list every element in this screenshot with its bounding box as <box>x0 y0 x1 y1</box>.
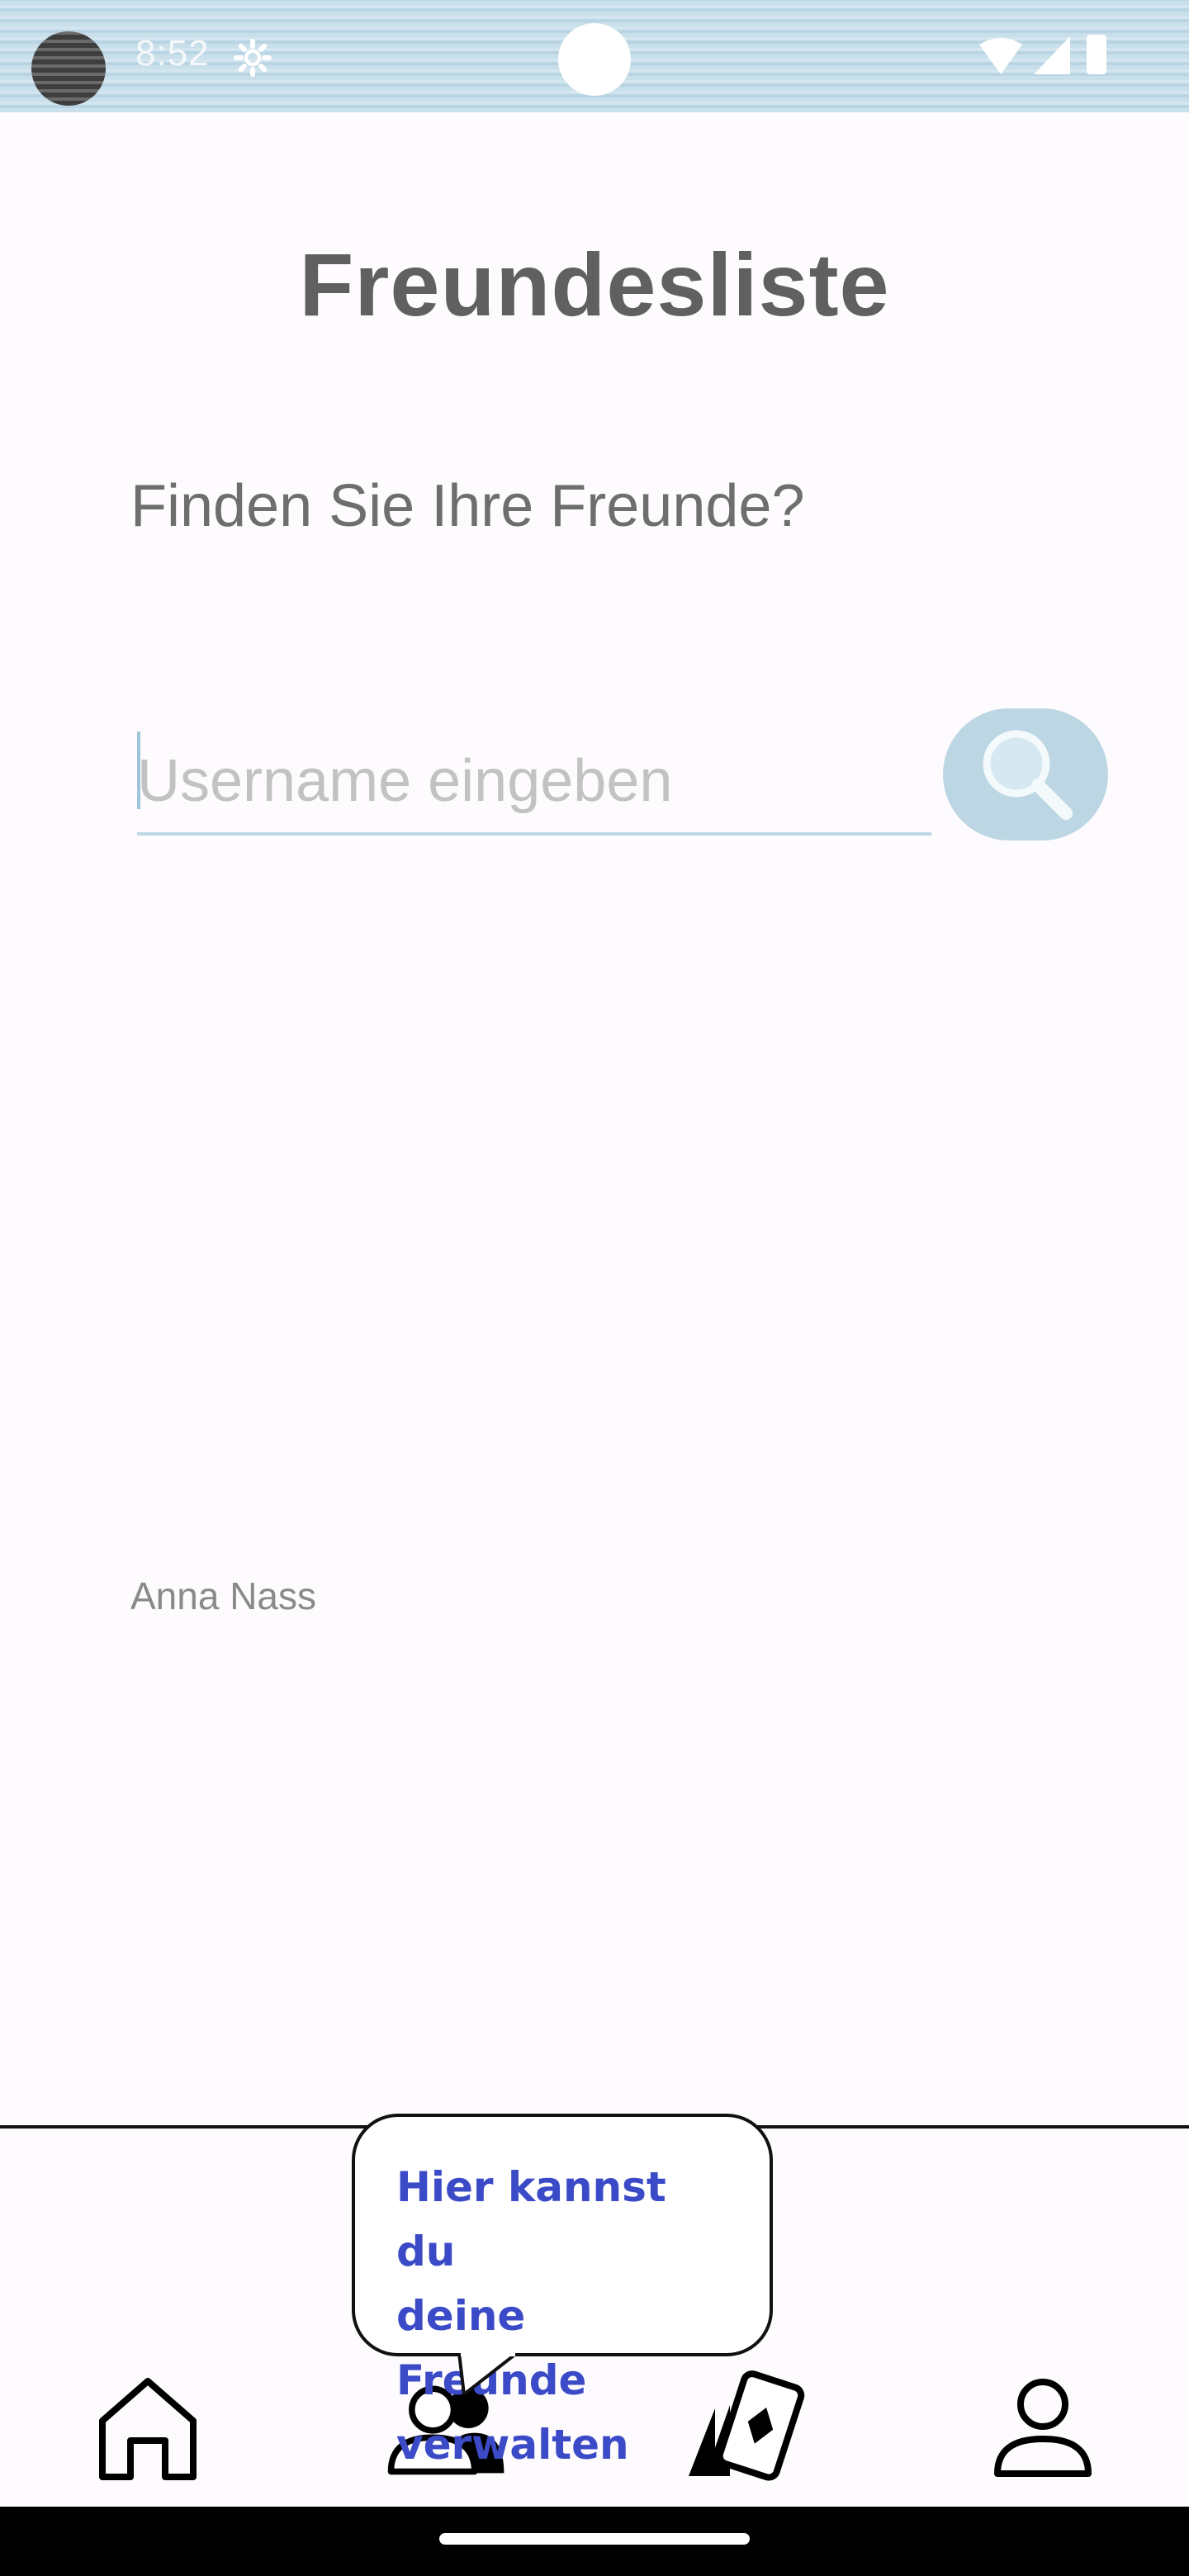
gear-icon <box>234 39 272 77</box>
profile-icon <box>994 2379 1092 2477</box>
tooltip-line: verwalten <box>396 2421 629 2469</box>
search-icon <box>983 730 1073 820</box>
friend-list-item[interactable]: Anna Nass <box>130 1574 316 1618</box>
search-button[interactable] <box>943 708 1108 841</box>
text-caret <box>137 732 140 809</box>
home-icon <box>99 2378 197 2480</box>
status-time: 8:52 <box>135 33 210 73</box>
tooltip-tail <box>457 2353 519 2394</box>
friends-screen: 8:52 Freundesliste Finden Sie Ihre Freun… <box>0 0 1189 2576</box>
username-search-input[interactable] <box>137 730 931 836</box>
nav-profile[interactable] <box>981 2366 1105 2490</box>
tooltip-line: Hier kannst du <box>396 2163 666 2275</box>
tooltip-bubble: Hier kannst du deine Freunde verwalten <box>352 2114 773 2469</box>
battery-icon <box>1087 35 1106 74</box>
wifi-icon <box>979 38 1022 74</box>
nav-home[interactable] <box>86 2366 210 2490</box>
camera-cutout <box>558 23 631 96</box>
avatar-icon <box>31 31 106 106</box>
gesture-handle[interactable] <box>439 2533 750 2545</box>
page-title: Freundesliste <box>299 234 890 334</box>
status-bar: 8:52 <box>0 0 1189 112</box>
search-prompt: Finden Sie Ihre Freunde? <box>130 473 805 539</box>
signal-icon <box>1034 36 1070 74</box>
